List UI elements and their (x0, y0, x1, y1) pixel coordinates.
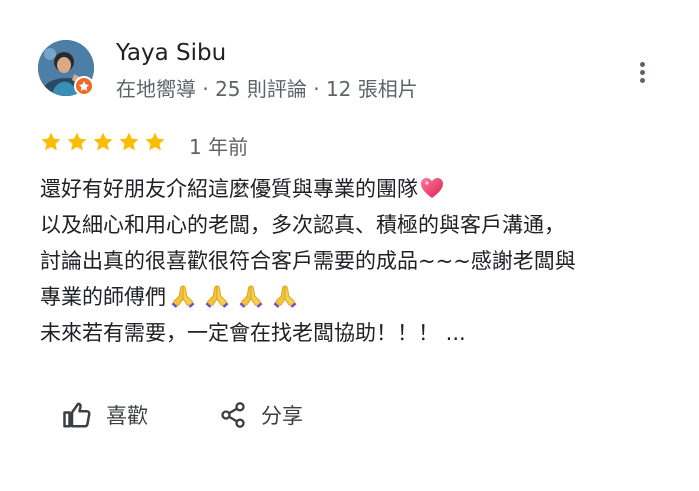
share-button[interactable]: 分享 (219, 400, 303, 430)
review-line[interactable]: 未來若有需要，一定會在找老闆協助！！！ ... (40, 315, 670, 351)
star-icon (145, 132, 165, 151)
heart-icon (421, 178, 443, 198)
praying-hands-group (170, 285, 298, 309)
review-line-text: 專業的師傅們 (40, 285, 166, 309)
review-text: 還好有好朋友介紹這麼優質與專業的團隊 以及細心和用心的老闆，多次認真、積極的與客… (40, 171, 670, 351)
reviewer-name[interactable]: Yaya Sibu (116, 40, 226, 66)
review-line: 專業的師傅們 (40, 279, 670, 315)
review-card: Yaya Sibu 在地嚮導 · 25 則評論 · 12 張相片 1 年前 還好… (0, 0, 699, 491)
praying-hands-icon (205, 285, 229, 308)
more-options-icon[interactable] (632, 58, 654, 88)
like-label: 喜歡 (106, 404, 148, 428)
local-guide-badge-icon (74, 76, 94, 96)
star-rating (40, 131, 166, 153)
review-line: 還好有好朋友介紹這麼優質與專業的團隊 (40, 171, 670, 207)
like-button[interactable]: 喜歡 (62, 400, 148, 430)
reviewer-meta: 在地嚮導 · 25 則評論 · 12 張相片 (116, 77, 418, 101)
review-line: 討論出真的很喜歡很符合客戶需要的成品~~~感謝老闆與 (40, 249, 576, 273)
share-icon (221, 402, 245, 428)
review-line: 以及細心和用心的老闆，多次認真、積極的與客戶溝通， (40, 213, 565, 237)
star-icon (93, 132, 113, 151)
star-icon (41, 132, 61, 151)
review-time: 1 年前 (189, 135, 249, 159)
star-icon (67, 132, 87, 151)
star-icon (119, 132, 139, 151)
praying-hands-icon (239, 285, 263, 308)
thumbs-up-icon (63, 402, 91, 428)
review-line-text: 還好有好朋友介紹這麼優質與專業的團隊 (40, 177, 418, 201)
share-label: 分享 (261, 404, 303, 428)
praying-hands-icon (273, 285, 297, 308)
praying-hands-icon (171, 285, 195, 308)
